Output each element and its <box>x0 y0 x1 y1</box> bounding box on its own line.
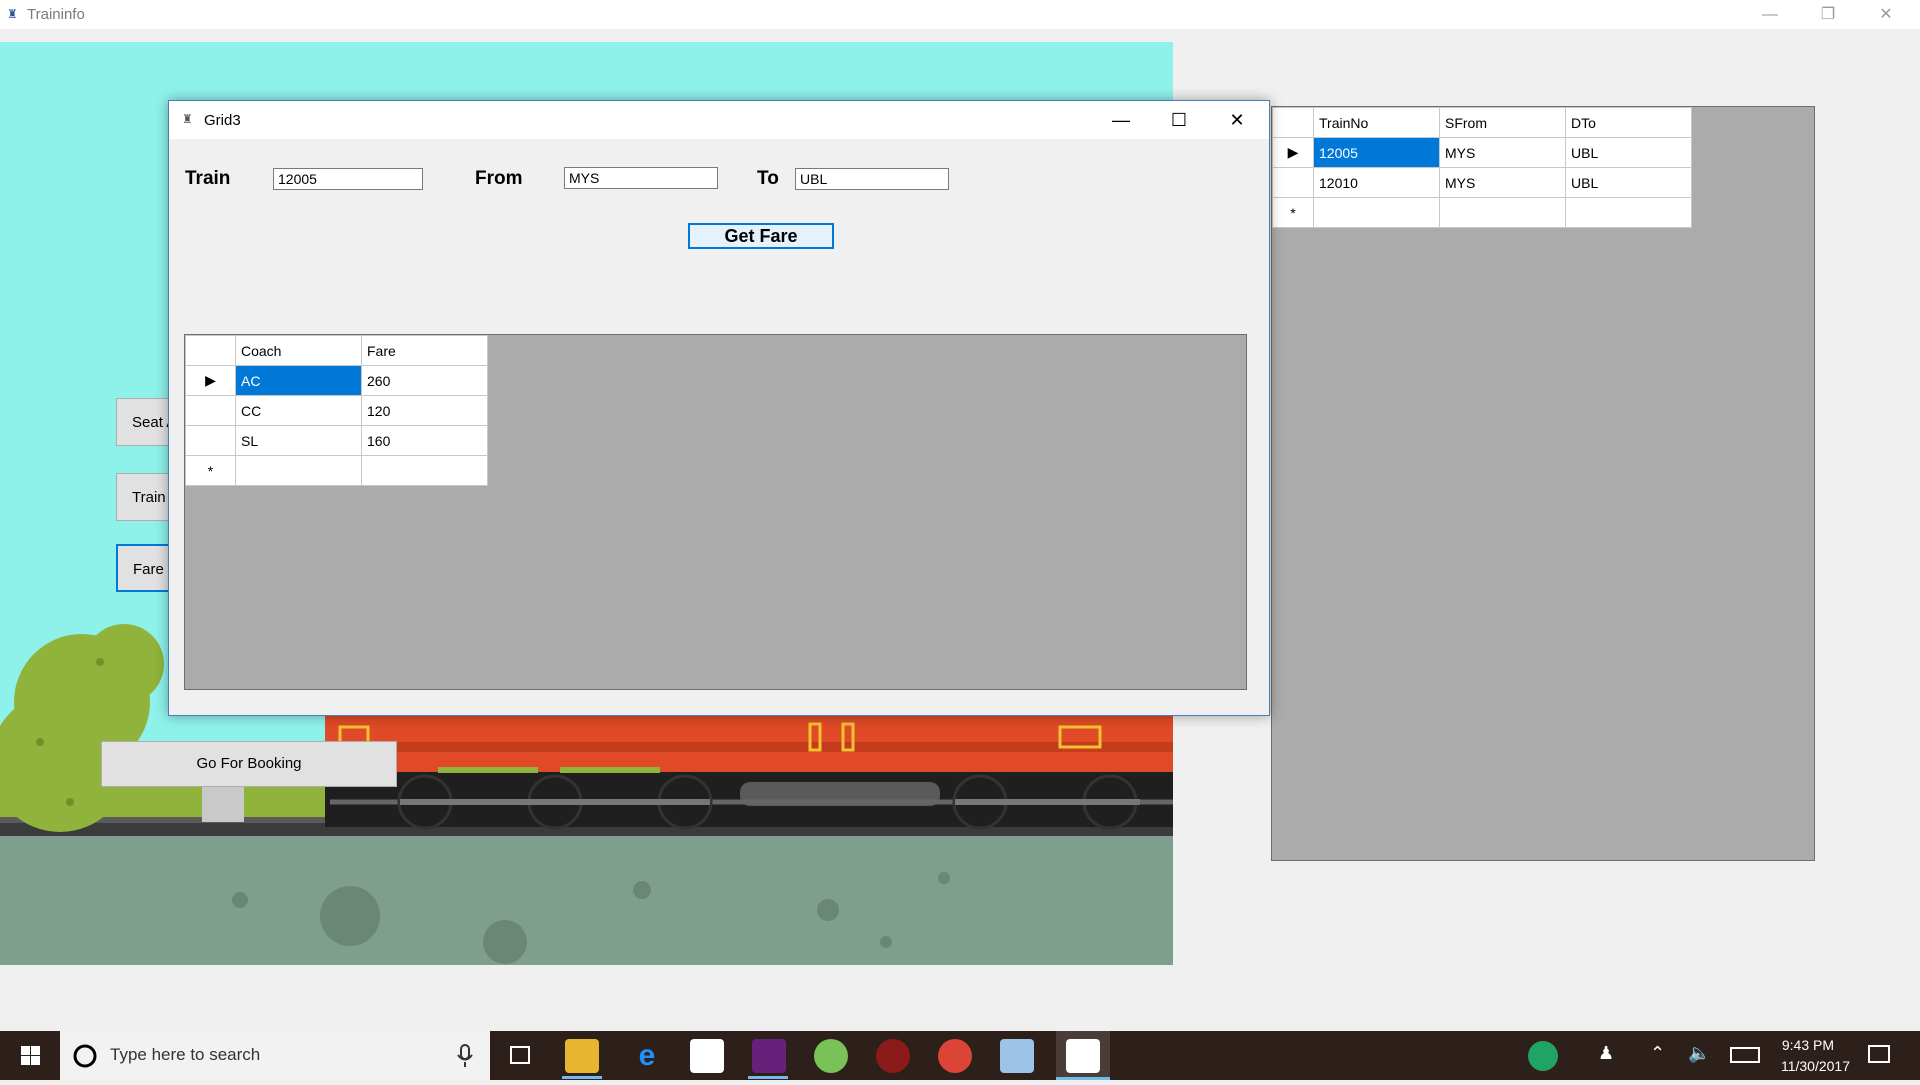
train-list-grid[interactable]: TrainNo SFrom DTo ▶ 12005 MYS UBL 12010 … <box>1272 107 1692 228</box>
windows-logo-icon <box>21 1046 40 1065</box>
to-input[interactable] <box>795 168 949 190</box>
table-cell[interactable]: MYS <box>1439 137 1566 168</box>
table-cell[interactable] <box>1313 197 1440 228</box>
new-row-indicator-icon: * <box>1272 197 1314 228</box>
grid-header-row: TrainNo SFrom DTo <box>1272 107 1692 138</box>
table-row[interactable]: ▶ AC 260 <box>185 365 488 396</box>
column-header-dto[interactable]: DTo <box>1565 107 1692 138</box>
table-cell[interactable] <box>1439 197 1566 228</box>
cortana-icon <box>73 1044 97 1068</box>
column-header-coach[interactable]: Coach <box>235 335 362 366</box>
grid3-titlebar: ♜ Grid3 — ☐ ✕ <box>169 101 1269 139</box>
train-input[interactable] <box>273 168 423 190</box>
fare-grid-panel: Coach Fare ▶ AC 260 CC 120 SL 160 * <box>184 334 1247 690</box>
people-icon[interactable]: ♟ <box>1598 1043 1614 1064</box>
table-cell[interactable]: CC <box>235 395 362 426</box>
file-explorer-icon[interactable] <box>565 1039 599 1073</box>
from-label: From <box>475 168 523 189</box>
current-row-indicator-icon: ▶ <box>1272 137 1314 168</box>
to-label: To <box>757 168 779 189</box>
dialog-title: Grid3 <box>204 112 241 129</box>
main-window-title: Traininfo <box>27 6 85 23</box>
table-cell[interactable]: 12010 <box>1313 167 1440 198</box>
close-button[interactable]: ✕ <box>1857 0 1915 29</box>
clock-date[interactable]: 11/30/2017 <box>1781 1058 1850 1074</box>
active-indicator <box>562 1076 602 1079</box>
table-cell[interactable]: 120 <box>361 395 488 426</box>
table-cell[interactable]: 260 <box>361 365 488 396</box>
new-row[interactable]: * <box>1272 197 1692 228</box>
table-cell[interactable]: 160 <box>361 425 488 456</box>
table-cell[interactable] <box>361 455 488 486</box>
table-cell[interactable]: SL <box>235 425 362 456</box>
chevron-up-icon[interactable]: ⌃ <box>1650 1043 1665 1064</box>
app-icon[interactable] <box>876 1039 910 1073</box>
row-header <box>185 395 236 426</box>
visual-studio-icon[interactable] <box>752 1039 786 1073</box>
new-row-indicator-icon: * <box>185 455 236 486</box>
table-row[interactable]: SL 160 <box>185 425 488 456</box>
row-header <box>185 425 236 456</box>
main-window-titlebar: ♜ Traininfo — ❐ ✕ <box>0 0 1920 29</box>
go-for-booking-button[interactable]: Go For Booking <box>101 741 397 787</box>
table-row[interactable]: CC 120 <box>185 395 488 426</box>
store-icon[interactable] <box>690 1039 724 1073</box>
grid3-dialog: ♜ Grid3 — ☐ ✕ Train From To Get Fare Coa… <box>168 100 1270 716</box>
app-icon: ♜ <box>7 7 18 21</box>
train-label: Train <box>185 168 231 189</box>
train-list-grid-panel: TrainNo SFrom DTo ▶ 12005 MYS UBL 12010 … <box>1271 106 1815 861</box>
clock-time[interactable]: 9:43 PM <box>1782 1037 1834 1053</box>
active-indicator <box>748 1076 788 1079</box>
table-cell[interactable] <box>235 455 362 486</box>
table-cell[interactable] <box>1565 197 1692 228</box>
taskbar: Type here to search e ♟ ⌃ 🔈 9:43 PM 11/3… <box>0 1031 1920 1080</box>
column-header-sfrom[interactable]: SFrom <box>1439 107 1566 138</box>
microphone-icon[interactable] <box>455 1044 475 1068</box>
photos-icon[interactable] <box>1000 1039 1034 1073</box>
minimize-button[interactable]: — <box>1741 0 1799 29</box>
traininfo-app-icon <box>1066 1039 1100 1073</box>
minimize-button[interactable]: — <box>1092 101 1150 139</box>
activity-monitor-icon[interactable] <box>1528 1041 1558 1071</box>
close-button[interactable]: ✕ <box>1208 101 1266 139</box>
search-placeholder: Type here to search <box>110 1045 261 1064</box>
chrome-icon[interactable] <box>938 1039 972 1073</box>
table-cell[interactable]: AC <box>235 365 362 396</box>
column-header-fare[interactable]: Fare <box>361 335 488 366</box>
table-row[interactable]: ▶ 12005 MYS UBL <box>1272 137 1692 168</box>
table-row[interactable]: 12010 MYS UBL <box>1272 167 1692 198</box>
table-cell[interactable]: UBL <box>1565 137 1692 168</box>
action-center-icon[interactable] <box>1868 1045 1890 1063</box>
new-row[interactable]: * <box>185 455 488 486</box>
fare-grid[interactable]: Coach Fare ▶ AC 260 CC 120 SL 160 * <box>185 335 488 486</box>
row-header-corner <box>1272 107 1314 138</box>
row-header <box>1272 167 1314 198</box>
traininfo-taskbar-button[interactable] <box>1056 1031 1110 1080</box>
row-header-corner <box>185 335 236 366</box>
android-studio-icon[interactable] <box>814 1039 848 1073</box>
table-cell[interactable]: UBL <box>1565 167 1692 198</box>
taskbar-search-box[interactable]: Type here to search <box>60 1031 490 1080</box>
table-cell[interactable]: MYS <box>1439 167 1566 198</box>
table-cell[interactable]: 12005 <box>1313 137 1440 168</box>
column-header-trainno[interactable]: TrainNo <box>1313 107 1440 138</box>
task-view-icon[interactable] <box>505 1043 535 1069</box>
volume-muted-icon[interactable]: 🔈 <box>1688 1043 1710 1064</box>
keyboard-icon[interactable] <box>1730 1047 1760 1063</box>
current-row-indicator-icon: ▶ <box>185 365 236 396</box>
grid-header-row: Coach Fare <box>185 335 488 366</box>
maximize-button[interactable]: ☐ <box>1150 101 1208 139</box>
edge-icon[interactable]: e <box>630 1039 664 1073</box>
app-icon: ♜ <box>182 112 193 126</box>
from-input[interactable] <box>564 167 718 189</box>
start-button[interactable] <box>0 1031 60 1080</box>
restore-button[interactable]: ❐ <box>1799 0 1857 29</box>
get-fare-button[interactable]: Get Fare <box>688 223 834 249</box>
